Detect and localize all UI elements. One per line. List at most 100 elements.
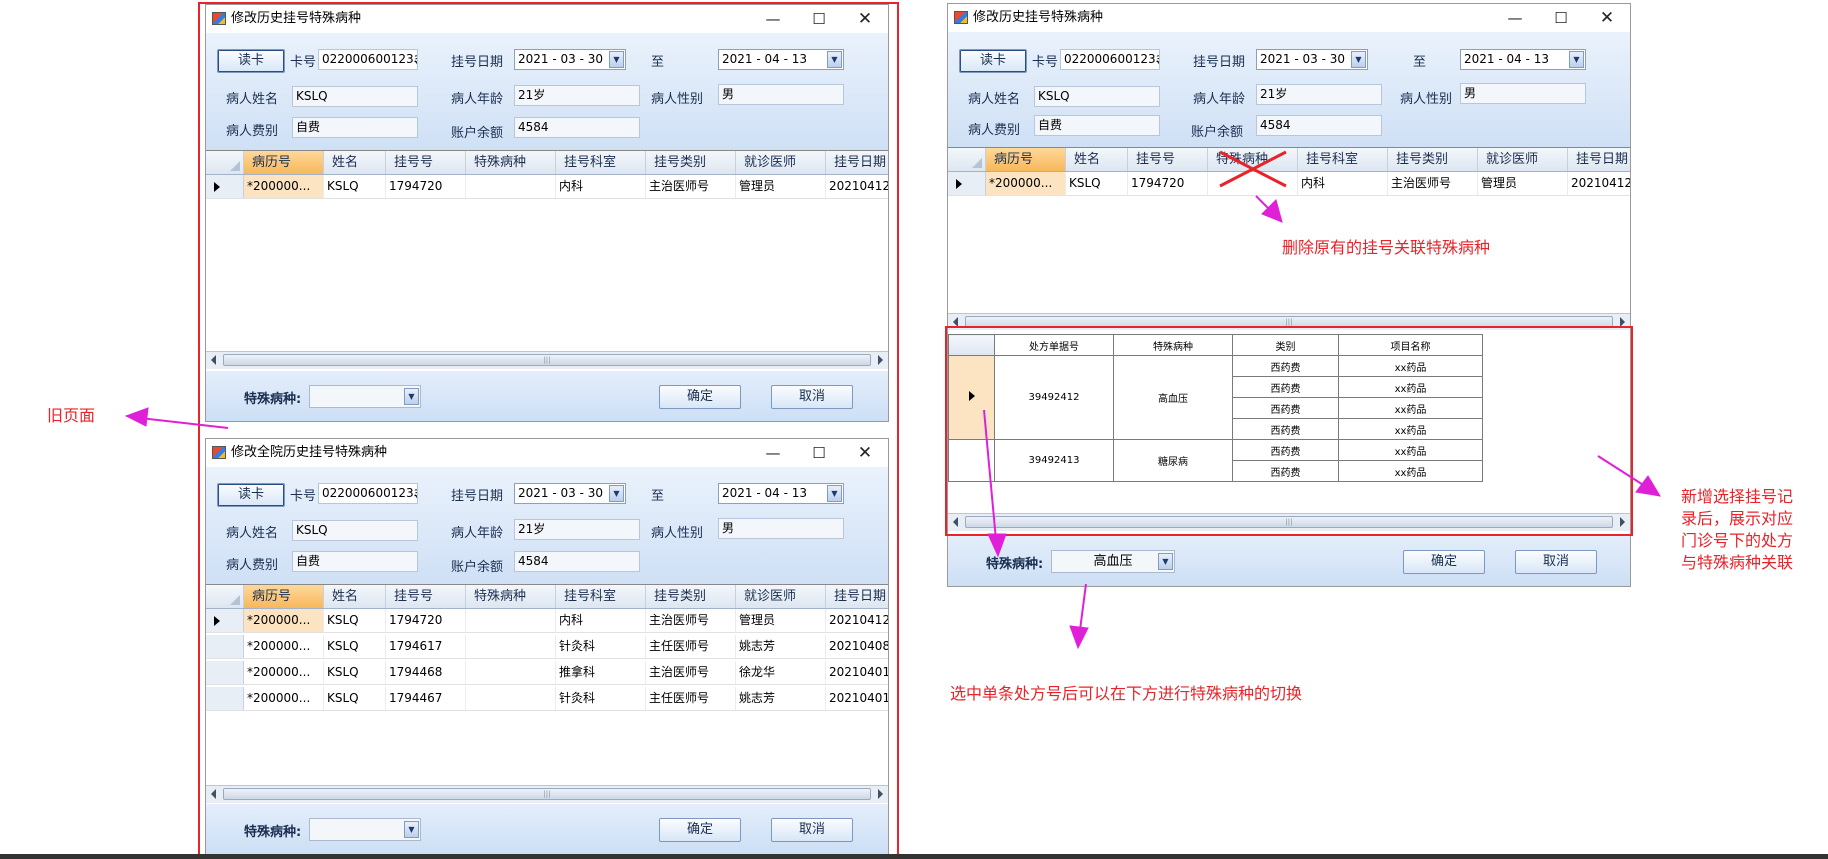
maximize-button[interactable]: ☐ (1538, 4, 1584, 32)
cell[interactable]: KSLQ (324, 609, 386, 632)
row-selector[interactable] (948, 172, 986, 195)
cell[interactable]: KSLQ (324, 175, 386, 198)
ok-button[interactable]: 确定 (659, 385, 741, 409)
scroll-left-icon[interactable] (211, 789, 216, 799)
cell[interactable]: 20210412 (826, 175, 888, 198)
close-button[interactable]: ✕ (842, 5, 888, 33)
rx-number-cell[interactable]: 39492413 (994, 439, 1114, 482)
item-name-cell[interactable]: xx药品 (1338, 418, 1483, 440)
cell[interactable]: KSLQ (324, 661, 386, 684)
item-name-cell[interactable]: xx药品 (1338, 439, 1483, 461)
category-cell[interactable]: 西药费 (1232, 397, 1339, 419)
row-selector[interactable] (206, 687, 244, 710)
scroll-thumb[interactable]: ||| (223, 788, 871, 800)
cell[interactable]: *200000... (244, 687, 324, 710)
card-no-field[interactable]: 022000600123३ (1060, 49, 1160, 70)
col-header[interactable]: 挂号类别 (1388, 148, 1478, 171)
col-header[interactable]: 挂号号 (386, 151, 466, 174)
table-row[interactable]: 39492413 糖尿病 西药费 xx药品 (948, 439, 1483, 482)
row-selector[interactable] (206, 175, 244, 198)
col-header[interactable]: 特殊病种 (1208, 148, 1298, 171)
chevron-down-icon[interactable]: ▼ (1351, 51, 1366, 68)
cancel-button[interactable]: 取消 (1515, 550, 1597, 574)
scroll-right-icon[interactable] (1620, 517, 1625, 527)
cell[interactable]: 推拿科 (556, 661, 646, 684)
cell[interactable]: 主治医师号 (646, 609, 736, 632)
read-card-button[interactable]: 读卡 (217, 483, 285, 507)
table-row[interactable]: *200000... KSLQ 1794720 内科 主治医师号 管理员 202… (948, 172, 1630, 196)
chevron-down-icon[interactable]: ▼ (404, 388, 419, 405)
scroll-right-icon[interactable] (1620, 317, 1625, 327)
scroll-right-icon[interactable] (878, 355, 883, 365)
col-header[interactable]: 就诊医师 (736, 585, 826, 608)
cell[interactable]: 管理员 (1478, 172, 1568, 195)
cell[interactable]: 姚志芳 (736, 635, 826, 658)
scroll-left-icon[interactable] (953, 517, 958, 527)
cell[interactable]: 主治医师号 (1388, 172, 1478, 195)
date-to-picker[interactable]: 2021 - 04 - 13 ▼ (718, 483, 844, 504)
col-header[interactable]: 特殊病种 (1113, 334, 1233, 356)
col-header[interactable]: 挂号日期 (826, 585, 888, 608)
col-header[interactable]: 处方单据号 (994, 334, 1114, 356)
cell[interactable] (466, 687, 556, 710)
cancel-button[interactable]: 取消 (771, 385, 853, 409)
category-cell[interactable]: 西药费 (1232, 418, 1339, 440)
scroll-thumb[interactable]: ||| (223, 354, 871, 366)
cell[interactable]: 1794468 (386, 661, 466, 684)
chevron-down-icon[interactable]: ▼ (827, 485, 842, 502)
cell[interactable] (466, 635, 556, 658)
cell[interactable]: 1794467 (386, 687, 466, 710)
date-to-picker[interactable]: 2021 - 04 - 13 ▼ (718, 49, 844, 70)
category-cell[interactable]: 西药费 (1232, 460, 1339, 482)
cell[interactable]: 管理员 (736, 175, 826, 198)
close-button[interactable]: ✕ (1584, 4, 1630, 32)
col-header[interactable]: 就诊医师 (1478, 148, 1568, 171)
col-header[interactable]: 挂号号 (386, 585, 466, 608)
col-header[interactable]: 挂号号 (1128, 148, 1208, 171)
item-name-cell[interactable]: xx药品 (1338, 460, 1483, 482)
cell[interactable] (466, 661, 556, 684)
cell[interactable]: 1794720 (386, 609, 466, 632)
cell[interactable]: 主治医师号 (646, 175, 736, 198)
cell[interactable]: 内科 (556, 175, 646, 198)
category-cell[interactable]: 西药费 (1232, 376, 1339, 398)
cell[interactable]: 20210408 (826, 635, 888, 658)
table-row[interactable]: *200000... KSLQ 1794468 推拿科 主治医师号 徐龙华 20… (206, 661, 888, 685)
cell[interactable]: 20210401 (826, 687, 888, 710)
col-header[interactable]: 挂号科室 (1298, 148, 1388, 171)
chevron-down-icon[interactable]: ▼ (1158, 553, 1173, 570)
date-from-picker[interactable]: 2021 - 03 - 30 ▼ (514, 49, 626, 70)
card-no-field[interactable]: 022000600123३ (318, 483, 418, 504)
horizontal-scrollbar[interactable]: ||| (948, 513, 1630, 531)
cell[interactable]: 1794720 (386, 175, 466, 198)
cell[interactable]: *200000... (244, 661, 324, 684)
col-header[interactable]: 挂号类别 (646, 585, 736, 608)
col-header[interactable]: 姓名 (324, 585, 386, 608)
ok-button[interactable]: 确定 (659, 818, 741, 842)
col-header[interactable]: 特殊病种 (466, 151, 556, 174)
cell[interactable]: 主任医师号 (646, 635, 736, 658)
prescription-table[interactable]: 处方单据号 特殊病种 类别 项目名称 39492412 高血压 西药费 xx药品… (948, 334, 1483, 482)
chevron-down-icon[interactable]: ▼ (1569, 51, 1584, 68)
col-header[interactable]: 姓名 (1066, 148, 1128, 171)
cell[interactable]: 内科 (556, 609, 646, 632)
cell[interactable]: *200000... (244, 609, 324, 632)
date-to-picker[interactable]: 2021 - 04 - 13 ▼ (1460, 49, 1586, 70)
minimize-button[interactable]: — (750, 5, 796, 33)
col-header[interactable]: 挂号日期 (826, 151, 888, 174)
maximize-button[interactable]: ☐ (796, 5, 842, 33)
cell[interactable] (1208, 172, 1298, 195)
col-header[interactable]: 病历号 (986, 148, 1066, 171)
scroll-thumb[interactable]: ||| (965, 516, 1613, 528)
prescription-grid[interactable]: 处方单据号 特殊病种 类别 项目名称 39492412 高血压 西药费 xx药品… (948, 330, 1630, 538)
close-button[interactable]: ✕ (842, 439, 888, 467)
col-header[interactable]: 病历号 (244, 585, 324, 608)
scroll-right-icon[interactable] (878, 789, 883, 799)
scroll-thumb[interactable]: ||| (965, 316, 1613, 328)
date-from-picker[interactable]: 2021 - 03 - 30 ▼ (1256, 49, 1368, 70)
table-row[interactable]: *200000... KSLQ 1794720 内科 主治医师号 管理员 202… (206, 175, 888, 199)
item-name-cell[interactable]: xx药品 (1338, 355, 1483, 377)
cell[interactable]: *200000... (244, 175, 324, 198)
row-selector[interactable] (206, 661, 244, 684)
cell[interactable] (466, 175, 556, 198)
